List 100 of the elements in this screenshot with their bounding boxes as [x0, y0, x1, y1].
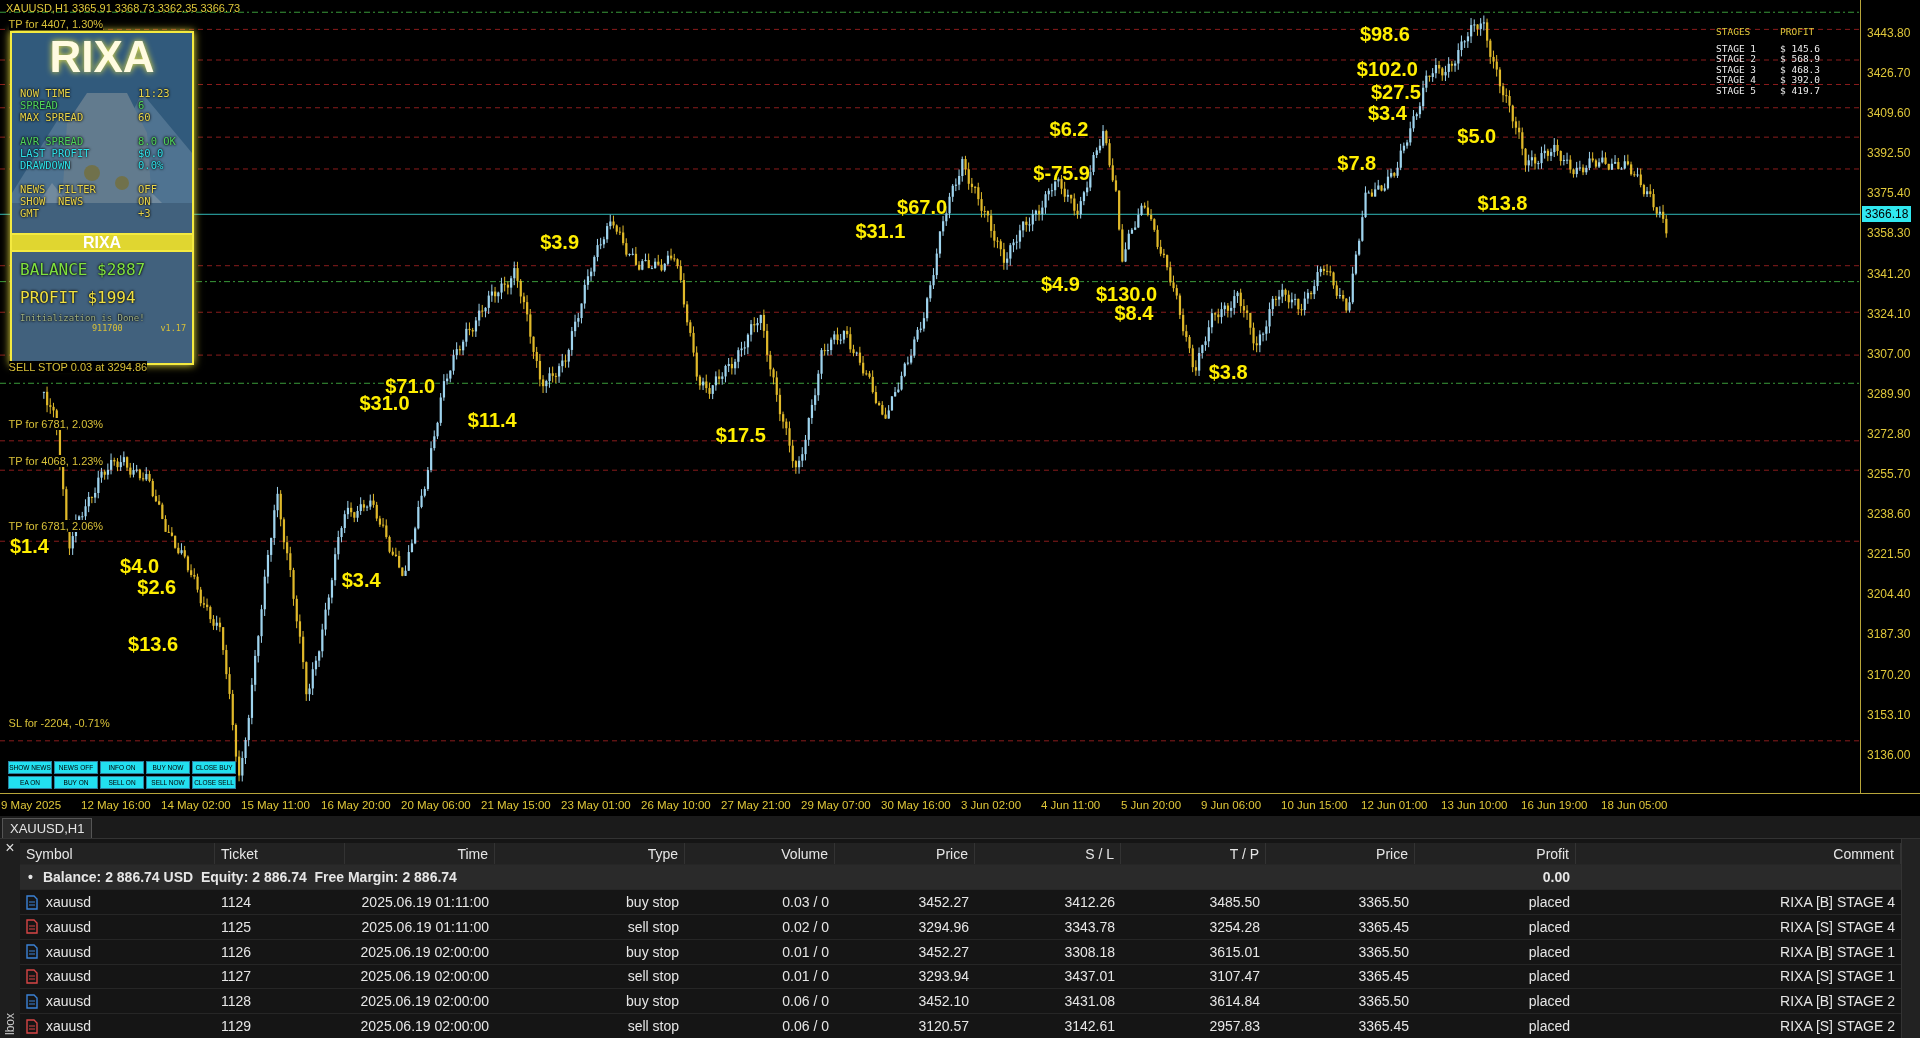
info-label: SHOW NEWS [20, 195, 85, 207]
column-header[interactable]: Ticket [215, 843, 345, 865]
table-cell: 3614.84 [1209, 993, 1260, 1010]
status-text: Initialization is Done! [19, 312, 146, 323]
stage-name: STAGE 4 [1716, 75, 1758, 86]
order-row[interactable]: xauusd 1126 2025.06.19 02:00:00 buy stop 0.01 / 0 3452.27 3308.18 3615.01 3365.50 placed RIXA [B] STAGE 1 [20, 939, 1901, 965]
info-label: GMT [20, 207, 40, 219]
price-tick: 3153.10 [1866, 706, 1912, 724]
price-tick: 3170.20 [1866, 666, 1912, 684]
time-tick: 12 Jun 01:00 [1361, 799, 1429, 811]
stage-name: STAGE 1 [1716, 43, 1758, 54]
close-button[interactable]: × [5, 839, 15, 857]
current-price-label: 3366.18 [1862, 206, 1912, 222]
column-header[interactable]: Volume [685, 843, 835, 865]
table-cell: placed [1528, 943, 1570, 960]
table-cell: 3452.27 [918, 943, 969, 960]
table-cell: 3365.50 [1358, 894, 1409, 911]
time-tick: 9 Jun 06:00 [1201, 799, 1263, 811]
table-cell: 1125 [221, 918, 252, 935]
stage-profit: $ 568.9 [1780, 54, 1822, 65]
table-cell: 3293.94 [918, 968, 969, 985]
profit-label: $31.1 [855, 219, 906, 243]
stage-name: STAGE 3 [1716, 64, 1758, 75]
profit-label: $3.4 [341, 568, 381, 592]
column-header[interactable]: Profit [1415, 843, 1576, 865]
profit-label: $17.5 [715, 423, 766, 447]
profit-label: $98.6 [1359, 22, 1410, 46]
column-header[interactable]: Symbol [20, 843, 215, 865]
table-cell: 2957.83 [1209, 1018, 1260, 1035]
table-cell: sell stop [627, 918, 679, 935]
balance-text: BALANCE $2887 [19, 259, 147, 279]
table-cell: placed [1528, 993, 1570, 1010]
summary-profit: 0.00 [1541, 869, 1571, 886]
profit-label: $2.6 [137, 575, 177, 599]
column-header[interactable]: S / L [975, 843, 1121, 865]
time-tick: 10 Jun 15:00 [1281, 799, 1349, 811]
column-header[interactable]: T / P [1121, 843, 1266, 865]
order-row[interactable]: xauusd 1127 2025.06.19 02:00:00 sell stop 0.01 / 0 3293.94 3437.01 3107.47 3365.45 placed RIXA [S] STAGE 1 [20, 964, 1901, 990]
table-cell: RIXA [S] STAGE 2 [1780, 1018, 1895, 1035]
price-tick: 3204.40 [1866, 586, 1912, 604]
price-tick: 3358.30 [1866, 225, 1912, 243]
panel-band: RIXA [12, 233, 192, 252]
order-line-label: TP for 6781, 2.06% [8, 520, 104, 533]
profit-label: $7.8 [1337, 151, 1377, 175]
table-cell: 2025.06.19 02:00:00 [360, 1018, 489, 1035]
table-cell: 1126 [221, 943, 252, 960]
column-header: PROFIT [1780, 27, 1816, 38]
info-value: OFF [138, 183, 157, 195]
price-tick: 3238.60 [1866, 506, 1912, 524]
time-tick: 14 May 02:00 [161, 799, 232, 811]
time-tick: 30 May 16:00 [881, 799, 952, 811]
time-tick: 21 May 15:00 [481, 799, 552, 811]
price-tick: 3187.30 [1866, 626, 1912, 644]
table-cell: RIXA [S] STAGE 4 [1780, 918, 1895, 935]
price-tick: 3409.60 [1866, 105, 1912, 123]
table-cell: 1128 [221, 993, 252, 1010]
table-cell: xauusd [46, 894, 92, 911]
column-header[interactable]: Type [495, 843, 685, 865]
info-value: 0.0% [138, 159, 164, 171]
table-cell: 3431.08 [1064, 993, 1115, 1010]
profit-text: PROFIT $1994 [19, 287, 137, 307]
info-value: 8.0 OK [138, 135, 176, 147]
profit-label: $6.2 [1049, 117, 1089, 141]
info-label: DRAWDOWN [20, 159, 72, 171]
account-number: 911700 [92, 323, 123, 333]
profit-label: $11.4 [467, 408, 517, 432]
time-tick: 13 Jun 10:00 [1441, 799, 1509, 811]
price-tick: 3443.80 [1866, 25, 1912, 42]
info-value: ON [138, 195, 151, 207]
time-tick: 12 May 16:00 [81, 799, 152, 811]
stage-profit: $ 145.6 [1780, 43, 1822, 54]
table-cell: placed [1528, 1018, 1570, 1035]
table-cell: 0.01 / 0 [782, 968, 829, 985]
profit-label: $27.5 [1370, 80, 1421, 104]
column-header[interactable]: Price [835, 843, 975, 865]
table-cell: 1129 [221, 1018, 252, 1035]
table-cell: 3615.01 [1209, 943, 1260, 960]
order-row[interactable]: xauusd 1128 2025.06.19 02:00:00 buy stop 0.06 / 0 3452.10 3431.08 3614.84 3365.50 placed RIXA [B] STAGE 2 [20, 989, 1901, 1015]
time-tick: 20 May 06:00 [401, 799, 472, 811]
price-tick: 3272.80 [1866, 425, 1912, 443]
table-cell: buy stop [626, 894, 679, 911]
table-cell: 2025.06.19 01:11:00 [361, 918, 489, 935]
profit-label: $71.0 [385, 374, 436, 397]
column-header[interactable]: Price [1266, 843, 1415, 865]
scrollbar[interactable] [1901, 839, 1920, 1038]
price-tick: 3307.00 [1866, 345, 1912, 363]
price-tick: 3392.50 [1866, 145, 1912, 163]
table-cell: 0.01 / 0 [782, 943, 829, 960]
info-value: 11:23 [138, 87, 170, 99]
profit-label: $102.0 [1356, 57, 1418, 81]
order-line-label: TP for 4068, 1.23% [8, 455, 104, 468]
column-header[interactable]: Time [345, 843, 495, 865]
price-tick: 3324.10 [1866, 305, 1912, 323]
chart-header: XAUUSD,H1 3365.91 3368.73 3362.35 3366.73 [6, 2, 241, 14]
order-row[interactable]: xauusd 1125 2025.06.19 01:11:00 sell stop 0.02 / 0 3294.96 3343.78 3254.28 3365.45 placed RIXA [S] STAGE 4 [20, 914, 1901, 940]
chart-tab[interactable]: XAUUSD,H1 [2, 818, 93, 838]
table-cell: 2025.06.19 01:11:00 [361, 894, 489, 911]
table-cell: 3308.18 [1064, 943, 1115, 960]
order-row[interactable]: xauusd 1124 2025.06.19 01:11:00 buy stop 0.03 / 0 3452.27 3412.26 3485.50 3365.50 placed RIXA [B] STAGE 4 [20, 890, 1901, 915]
info-label: MAX SPREAD [20, 111, 85, 123]
